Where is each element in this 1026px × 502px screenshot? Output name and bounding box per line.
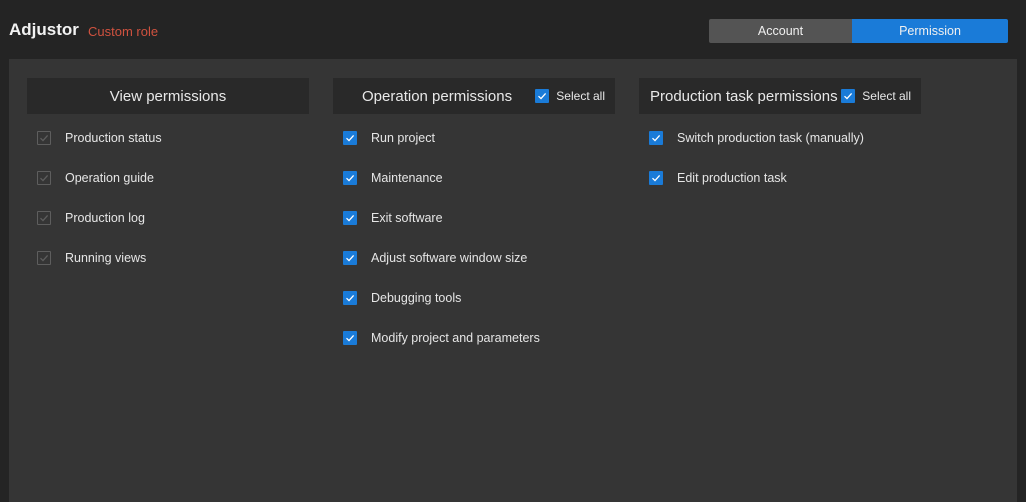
checkmark-icon (844, 92, 853, 100)
checkmark-icon (538, 92, 547, 100)
checkbox-exit-software[interactable] (343, 211, 357, 225)
view-permissions-column: View permissions Production status Opera… (27, 78, 309, 286)
permission-label: Production log (65, 211, 145, 225)
checkbox-production-status[interactable] (37, 131, 51, 145)
operation-select-all[interactable]: Select all (535, 89, 605, 103)
operation-permissions-title: Operation permissions (362, 87, 513, 105)
checkmark-icon (40, 134, 49, 142)
permission-item-debugging-tools: Debugging tools (343, 286, 615, 326)
permission-label: Run project (371, 131, 435, 145)
management-tabs: Account Management Permission management (709, 19, 1008, 43)
checkmark-icon (346, 134, 355, 142)
production-task-permissions-list: Switch production task (manually) Edit p… (639, 114, 921, 206)
tab-permission-management[interactable]: Permission management (852, 19, 1008, 43)
permission-item-exit-software: Exit software (343, 206, 615, 246)
permission-item-production-log: Production log (37, 206, 309, 246)
permission-label: Operation guide (65, 171, 154, 185)
checkmark-icon (346, 174, 355, 182)
checkbox-edit-production-task[interactable] (649, 171, 663, 185)
checkbox-production-log[interactable] (37, 211, 51, 225)
permission-item-run-project: Run project (343, 126, 615, 166)
permission-label: Switch production task (manually) (677, 131, 864, 145)
checkbox-operation-select-all[interactable] (535, 89, 550, 103)
view-permissions-header: View permissions (27, 78, 309, 114)
permission-label: Running views (65, 251, 147, 265)
permission-item-adjust-window-size: Adjust software window size (343, 246, 615, 286)
checkbox-running-views[interactable] (37, 251, 51, 265)
select-all-label: Select all (862, 89, 911, 103)
permission-label: Adjust software window size (371, 251, 528, 265)
production-task-permissions-column: Production task permissions Select all S… (639, 78, 921, 206)
permissions-panel: View permissions Production status Opera… (9, 59, 1017, 502)
checkmark-icon (346, 334, 355, 342)
checkbox-adjust-window-size[interactable] (343, 251, 357, 265)
checkmark-icon (346, 254, 355, 262)
checkmark-icon (652, 174, 661, 182)
role-type-tag: Custom role (88, 24, 159, 39)
checkbox-maintenance[interactable] (343, 171, 357, 185)
operation-permissions-header: Operation permissions Select all (333, 78, 615, 114)
checkbox-debugging-tools[interactable] (343, 291, 357, 305)
view-permissions-title: View permissions (109, 87, 227, 105)
production-task-permissions-header: Production task permissions Select all (639, 78, 921, 114)
checkbox-switch-production-task[interactable] (649, 131, 663, 145)
permission-label: Edit production task (677, 171, 787, 185)
select-all-label: Select all (556, 89, 605, 103)
permission-item-production-status: Production status (37, 126, 309, 166)
permission-item-switch-production-task: Switch production task (manually) (649, 126, 921, 166)
operation-permissions-column: Operation permissions Select all Run pro… (333, 78, 615, 366)
tab-account-management[interactable]: Account Management (709, 19, 852, 43)
checkbox-production-task-select-all[interactable] (841, 89, 856, 103)
production-task-permissions-title: Production task permissions (650, 87, 838, 105)
checkbox-run-project[interactable] (343, 131, 357, 145)
permission-item-modify-project: Modify project and parameters (343, 326, 615, 366)
permission-item-running-views: Running views (37, 246, 309, 286)
checkmark-icon (40, 174, 49, 182)
permission-label: Production status (65, 131, 162, 145)
checkmark-icon (652, 134, 661, 142)
production-task-select-all[interactable]: Select all (841, 89, 911, 103)
permission-label: Debugging tools (371, 291, 462, 305)
permission-label: Modify project and parameters (371, 331, 540, 345)
checkmark-icon (40, 214, 49, 222)
permission-label: Exit software (371, 211, 443, 225)
view-permissions-list: Production status Operation guide Produc… (27, 114, 309, 286)
checkmark-icon (346, 294, 355, 302)
checkbox-operation-guide[interactable] (37, 171, 51, 185)
top-bar: Adjustor Custom role Account Management … (0, 0, 1026, 59)
permission-item-edit-production-task: Edit production task (649, 166, 921, 206)
checkmark-icon (40, 254, 49, 262)
permission-item-operation-guide: Operation guide (37, 166, 309, 206)
role-title: Adjustor (9, 20, 79, 39)
operation-permissions-list: Run project Maintenance Exit software Ad… (333, 114, 615, 366)
permission-item-maintenance: Maintenance (343, 166, 615, 206)
checkmark-icon (346, 214, 355, 222)
permission-label: Maintenance (371, 171, 443, 185)
checkbox-modify-project[interactable] (343, 331, 357, 345)
